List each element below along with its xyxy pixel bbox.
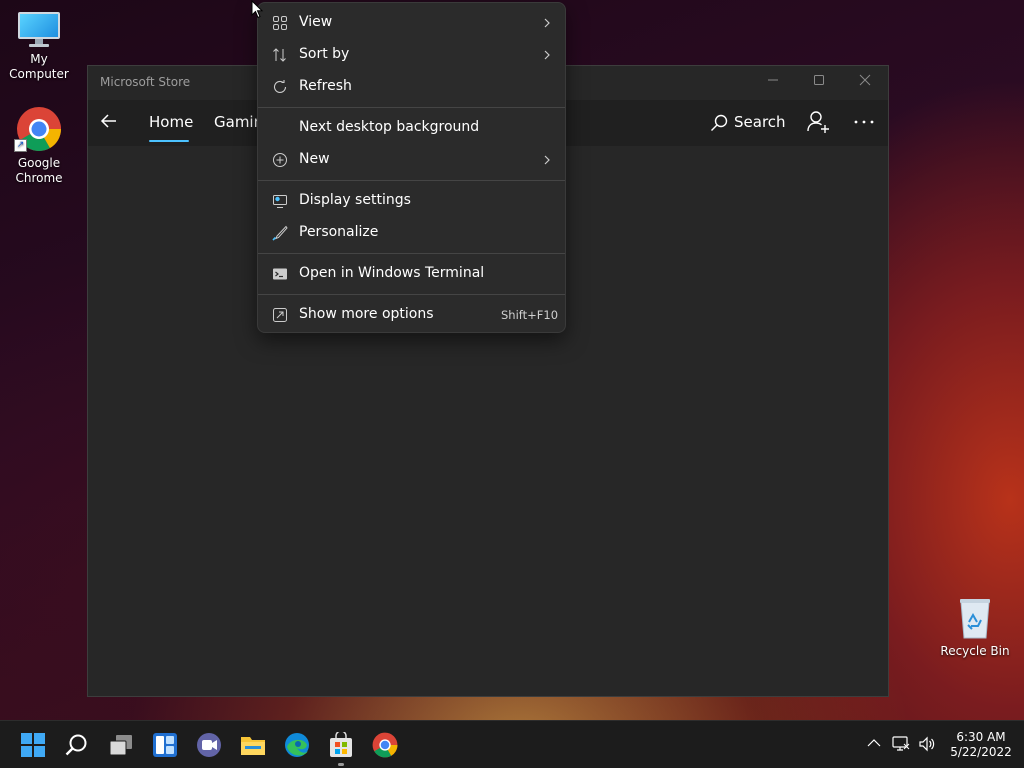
- menu-item-refresh[interactable]: Refresh: [262, 71, 563, 103]
- computer-icon: [17, 10, 61, 48]
- widgets-button[interactable]: [152, 732, 178, 758]
- network-icon: [892, 736, 910, 751]
- menu-item-next-desktop-background[interactable]: Next desktop background: [262, 112, 563, 144]
- menu-item-label: Next desktop background: [299, 119, 480, 135]
- taskbar-search-button[interactable]: [64, 732, 90, 758]
- minimize-button[interactable]: [750, 70, 796, 94]
- desktop-icon-google-chrome[interactable]: ↗ Google Chrome: [0, 106, 79, 186]
- more-button[interactable]: [851, 109, 877, 135]
- chat-button[interactable]: [196, 732, 222, 758]
- menu-item-label: Display settings: [299, 192, 411, 208]
- desktop-icon-label: Recycle Bin: [940, 644, 1010, 658]
- desktop-icon-label: My Computer: [9, 52, 69, 81]
- edge-icon: [285, 733, 309, 757]
- menu-separator: [258, 294, 565, 295]
- arrow-left-icon: [100, 114, 116, 128]
- file-explorer-icon: [241, 737, 265, 755]
- chrome-button[interactable]: [372, 732, 398, 758]
- person-add-icon: [807, 111, 829, 133]
- menu-separator: [258, 107, 565, 108]
- clock-date: 5/22/2022: [950, 745, 1012, 759]
- clock-time: 6:30 AM: [956, 730, 1006, 744]
- tab-gaming[interactable]: Gamin: [214, 113, 263, 131]
- chevron-right-icon: [544, 50, 550, 60]
- menu-item-label: Personalize: [299, 224, 379, 240]
- close-button[interactable]: [842, 70, 888, 94]
- tab-home[interactable]: Home: [149, 113, 193, 131]
- chrome-icon: ↗: [14, 106, 62, 152]
- account-button[interactable]: [805, 109, 831, 135]
- menu-item-label: View: [299, 14, 333, 30]
- chevron-right-icon: [544, 155, 550, 165]
- menu-item-personalize[interactable]: Personalize: [262, 217, 563, 249]
- speaker-icon: [919, 736, 935, 752]
- menu-item-new[interactable]: New: [262, 144, 563, 176]
- search-icon: [65, 734, 87, 756]
- plus-circle-icon: [273, 153, 287, 167]
- menu-item-display-settings[interactable]: Display settings: [262, 185, 563, 217]
- menu-item-label: Sort by: [299, 46, 350, 62]
- menu-item-label: Open in Windows Terminal: [299, 265, 485, 281]
- window-title: Microsoft Store: [100, 75, 191, 89]
- show-hidden-icons-button[interactable]: [865, 735, 883, 753]
- keyboard-shortcut: Shift+F10: [501, 308, 559, 322]
- task-view-icon: [109, 735, 132, 756]
- mouse-cursor-icon: [251, 0, 264, 19]
- grid-view-icon: [273, 16, 287, 30]
- terminal-icon: [273, 268, 287, 280]
- menu-separator: [258, 180, 565, 181]
- search-icon: [711, 114, 728, 131]
- windows-start-icon: [21, 733, 45, 757]
- chevron-right-icon: [544, 18, 550, 28]
- chrome-icon: [372, 732, 398, 758]
- brush-icon: [272, 225, 288, 241]
- desktop-icon-my-computer[interactable]: My Computer: [0, 10, 79, 82]
- selected-tab-indicator: [149, 140, 189, 142]
- menu-separator: [258, 253, 565, 254]
- maximize-button[interactable]: [796, 70, 842, 94]
- refresh-icon: [273, 80, 287, 93]
- network-button[interactable]: [892, 735, 910, 753]
- menu-item-open-in-windows-terminal[interactable]: Open in Windows Terminal: [262, 258, 563, 290]
- clock[interactable]: 6:30 AM 5/22/2022: [946, 730, 1016, 760]
- maximize-icon: [814, 75, 824, 85]
- minimize-icon: [768, 79, 778, 81]
- menu-item-show-more-options[interactable]: Show more options Shift+F10: [262, 299, 563, 331]
- sort-icon: [273, 48, 286, 62]
- start-button[interactable]: [20, 732, 46, 758]
- back-button[interactable]: [98, 110, 120, 132]
- store-icon: [330, 730, 352, 757]
- menu-item-label: Refresh: [299, 78, 352, 94]
- edge-button[interactable]: [284, 732, 310, 758]
- menu-item-label: New: [299, 151, 330, 167]
- desktop-context-menu: View Sort by Refresh Next desktop backgr…: [257, 2, 566, 333]
- more-options-icon: [273, 308, 287, 322]
- taskbar: 6:30 AM 5/22/2022: [0, 720, 1024, 768]
- chat-icon: [197, 733, 221, 757]
- running-indicator: [338, 763, 344, 766]
- store-button[interactable]: [328, 730, 354, 758]
- chevron-up-icon: [867, 739, 881, 747]
- menu-item-sort-by[interactable]: Sort by: [262, 39, 563, 71]
- recycle-bin-icon: [955, 596, 995, 640]
- ellipsis-icon: [854, 120, 874, 124]
- file-explorer-button[interactable]: [240, 732, 266, 758]
- desktop-icon-label: Google Chrome: [15, 156, 63, 185]
- close-icon: [859, 74, 871, 86]
- desktop-icon-recycle-bin[interactable]: Recycle Bin: [935, 596, 1015, 659]
- search-label: Search: [734, 113, 786, 131]
- menu-item-label: Show more options: [299, 306, 434, 322]
- volume-button[interactable]: [918, 735, 936, 753]
- task-view-button[interactable]: [108, 732, 134, 758]
- display-settings-icon: [273, 195, 287, 208]
- widgets-icon: [153, 733, 177, 757]
- menu-item-view[interactable]: View: [262, 7, 563, 39]
